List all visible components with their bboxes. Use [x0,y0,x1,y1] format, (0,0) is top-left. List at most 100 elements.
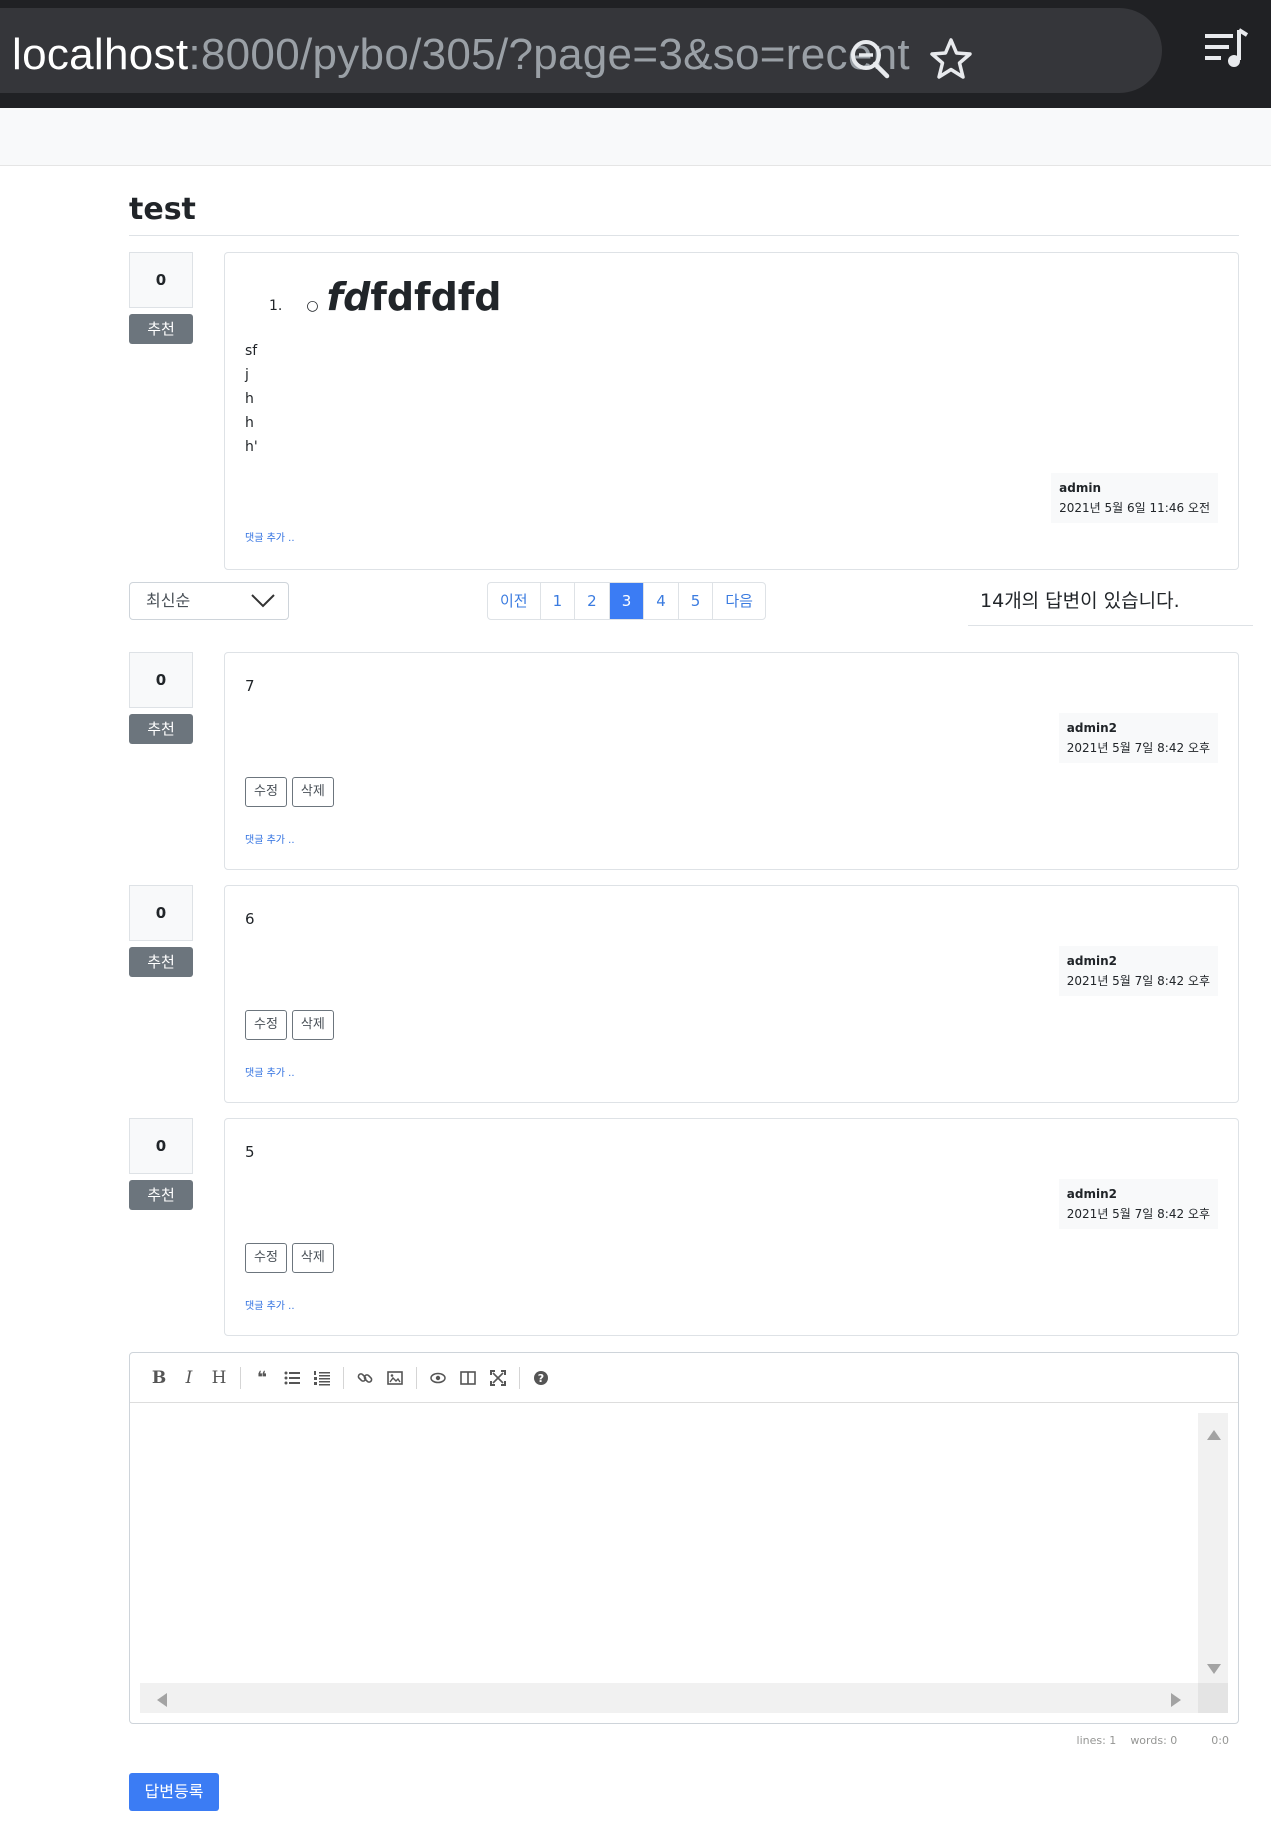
url-text[interactable]: localhost:8000/pybo/305/?page=3&so=recen… [12,30,910,80]
author-name: admin2 [1066,721,1117,735]
author-badge: admin2 2021년 5월 7일 8:42 오후 [1058,946,1218,996]
scrollbar-corner [1198,1683,1228,1713]
post-date: 2021년 5월 7일 8:42 오후 [1066,1207,1210,1221]
url-host: localhost [12,30,189,79]
delete-button[interactable]: 삭제 [291,777,334,807]
editor-textarea[interactable] [140,1413,1228,1713]
scroll-down-icon[interactable] [1206,1663,1222,1675]
question-vote: 0 추천 [129,252,193,344]
quote-icon[interactable]: ❝ [247,1363,277,1393]
chevron-down-icon [251,594,275,608]
author-badge: admin 2021년 5월 6일 11:46 오전 [1051,473,1218,523]
answer-card: 7 admin2 2021년 5월 7일 8:42 오후 수정 삭제 댓글 추가… [224,652,1239,870]
page-link[interactable]: 1 [541,583,576,619]
page-prev[interactable]: 이전 [488,583,541,619]
question-title: test [129,192,1239,236]
page-link-active[interactable]: 3 [609,583,645,619]
sort-selected: 최신순 [146,591,191,610]
author-name: admin2 [1066,1187,1117,1201]
svg-text:?: ? [538,1372,544,1385]
markdown-editor: B I H ❝ ? [129,1352,1239,1724]
vote-count: 0 [129,252,193,308]
question-heading: 1. ○ fd fdfdfd [269,275,502,319]
heading-icon[interactable]: H [204,1363,234,1393]
heading-italic: fd [326,275,371,319]
page-link[interactable]: 5 [679,583,714,619]
image-icon[interactable] [380,1363,410,1393]
edit-button[interactable]: 수정 [245,777,287,807]
post-date: 2021년 5월 6일 11:46 오전 [1059,501,1210,515]
scroll-left-icon[interactable] [156,1692,168,1708]
ordered-list-icon[interactable] [307,1363,337,1393]
answer-content: 5 [245,1143,255,1161]
delete-button[interactable]: 삭제 [291,1010,334,1040]
answer-content: 6 [245,910,255,928]
toolbar-divider [343,1366,344,1389]
answer-actions: 수정 삭제 [245,1243,334,1273]
edit-button[interactable]: 수정 [245,1010,287,1040]
page-link[interactable]: 2 [575,583,610,619]
toolbar-divider [519,1366,520,1389]
add-comment-link[interactable]: 댓글 추가 .. [245,1064,295,1079]
link-icon[interactable] [350,1363,380,1393]
heading-rest: fdfdfd [370,275,502,319]
toolbar-divider [240,1366,241,1389]
list-number: 1. [269,298,283,314]
bold-icon[interactable]: B [144,1363,174,1393]
answer-card: 6 admin2 2021년 5월 7일 8:42 오후 수정 삭제 댓글 추가… [224,885,1239,1103]
sort-select[interactable]: 최신순 [129,582,289,620]
status-lines: lines: 1 [1076,1734,1117,1747]
vertical-scrollbar[interactable] [1198,1413,1228,1693]
post-date: 2021년 5월 7일 8:42 오후 [1066,741,1210,755]
vote-count: 0 [129,1118,193,1174]
playlist-icon[interactable] [1203,26,1249,72]
status-cursor: 0:0 [1211,1734,1229,1747]
answer-vote: 0 추천 [129,1118,193,1210]
answer-actions: 수정 삭제 [245,777,334,807]
horizontal-scrollbar[interactable] [140,1683,1198,1713]
page-link[interactable]: 4 [644,583,679,619]
recommend-button[interactable]: 추천 [129,314,193,344]
scroll-right-icon[interactable] [1170,1692,1182,1708]
author-badge: admin2 2021년 5월 7일 8:42 오후 [1058,1179,1218,1229]
vote-count: 0 [129,885,193,941]
post-date: 2021년 5월 7일 8:42 오후 [1066,974,1210,988]
answer-count-number: 14 [980,590,1005,612]
answer-content: 7 [245,677,255,695]
edit-button[interactable]: 수정 [245,1243,287,1273]
add-comment-link[interactable]: 댓글 추가 .. [245,529,295,544]
zoom-out-icon[interactable] [847,36,893,82]
help-icon[interactable]: ? [526,1363,556,1393]
editor-toolbar: B I H ❝ ? [130,1353,1238,1403]
submit-answer-button[interactable]: 답변등록 [129,1773,219,1811]
pagination: 이전 1 2 3 4 5 다음 [487,582,766,620]
answer-count: 14개의 답변이 있습니다. [968,582,1253,626]
toolbar-divider [416,1366,417,1389]
add-comment-link[interactable]: 댓글 추가 .. [245,831,295,846]
editor-statusbar: lines: 1 words: 0 0:0 [1077,1734,1239,1747]
delete-button[interactable]: 삭제 [291,1243,334,1273]
unordered-list-icon[interactable] [277,1363,307,1393]
recommend-button[interactable]: 추천 [129,947,193,977]
side-by-side-icon[interactable] [453,1363,483,1393]
fullscreen-icon[interactable] [483,1363,513,1393]
bullet-icon: ○ [306,298,319,314]
star-icon[interactable] [928,36,974,82]
body-line: h' [245,439,258,455]
page-next[interactable]: 다음 [713,583,765,619]
browser-chrome: localhost:8000/pybo/305/?page=3&so=recen… [0,0,1271,108]
add-comment-link[interactable]: 댓글 추가 .. [245,1297,295,1312]
preview-icon[interactable] [423,1363,453,1393]
answer-count-text: 개의 답변이 있습니다. [1004,590,1180,612]
recommend-button[interactable]: 추천 [129,1180,193,1210]
italic-icon[interactable]: I [174,1363,204,1393]
body-line: sf [245,343,258,359]
question-card: 1. ○ fd fdfdfd sf j h h h' admin 2021년 5… [224,252,1239,570]
answer-card: 5 admin2 2021년 5월 7일 8:42 오후 수정 삭제 댓글 추가… [224,1118,1239,1336]
author-name: admin2 [1066,954,1117,968]
recommend-button[interactable]: 추천 [129,714,193,744]
vote-count: 0 [129,652,193,708]
status-words: words: 0 [1130,1734,1178,1747]
address-bar[interactable]: localhost:8000/pybo/305/?page=3&so=recen… [0,8,1162,93]
scroll-up-icon[interactable] [1206,1429,1222,1441]
